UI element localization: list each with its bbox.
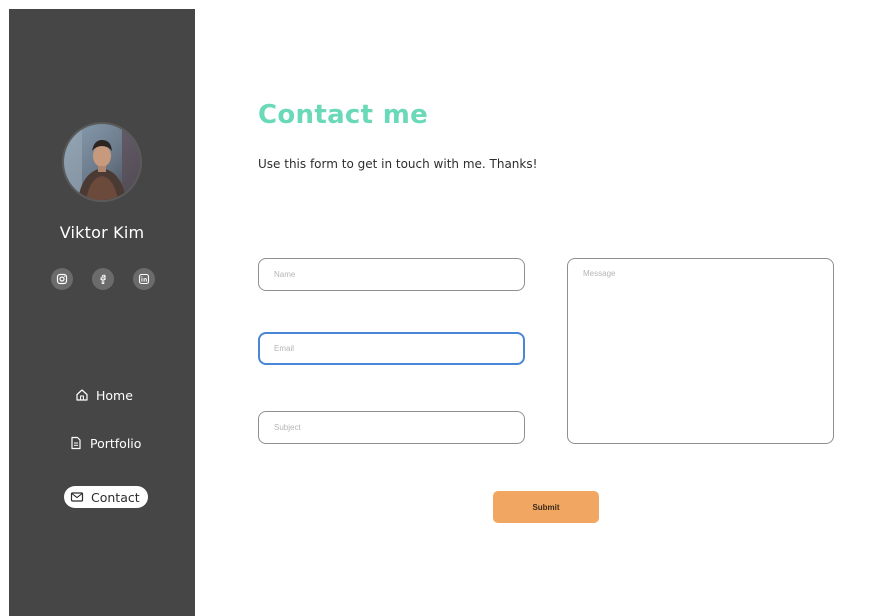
- avatar: [64, 124, 140, 200]
- home-icon: [76, 389, 88, 401]
- nav-item-contact[interactable]: Contact: [64, 486, 148, 508]
- nav-item-contact-label: Contact: [91, 489, 140, 505]
- document-icon: [71, 436, 81, 450]
- nav-item-home[interactable]: Home: [75, 384, 133, 406]
- facebook-icon: [100, 274, 106, 284]
- subject-input[interactable]: [258, 411, 525, 444]
- message-textarea[interactable]: [567, 258, 834, 444]
- instagram-icon: [56, 273, 68, 285]
- email-input[interactable]: [258, 332, 525, 365]
- name-input[interactable]: [258, 258, 525, 291]
- page: Viktor Kim Home Portfolio Contact Contac…: [0, 0, 884, 616]
- mail-icon: [70, 492, 84, 502]
- linkedin-link[interactable]: [133, 268, 155, 290]
- page-subtitle: Use this form to get in touch with me. T…: [258, 157, 538, 171]
- sidebar: Viktor Kim Home Portfolio Contact: [9, 9, 195, 616]
- nav-item-home-label: Home: [96, 387, 133, 403]
- facebook-link[interactable]: [92, 268, 114, 290]
- profile-name: Viktor Kim: [59, 223, 145, 242]
- social-links: [51, 268, 155, 290]
- submit-button[interactable]: Submit: [493, 491, 599, 523]
- nav-item-portfolio[interactable]: Portfolio: [69, 432, 141, 454]
- page-title: Contact me: [258, 100, 429, 130]
- nav-item-portfolio-label: Portfolio: [90, 435, 142, 451]
- linkedin-icon: [138, 273, 150, 285]
- avatar-photo: [64, 124, 140, 200]
- instagram-link[interactable]: [51, 268, 73, 290]
